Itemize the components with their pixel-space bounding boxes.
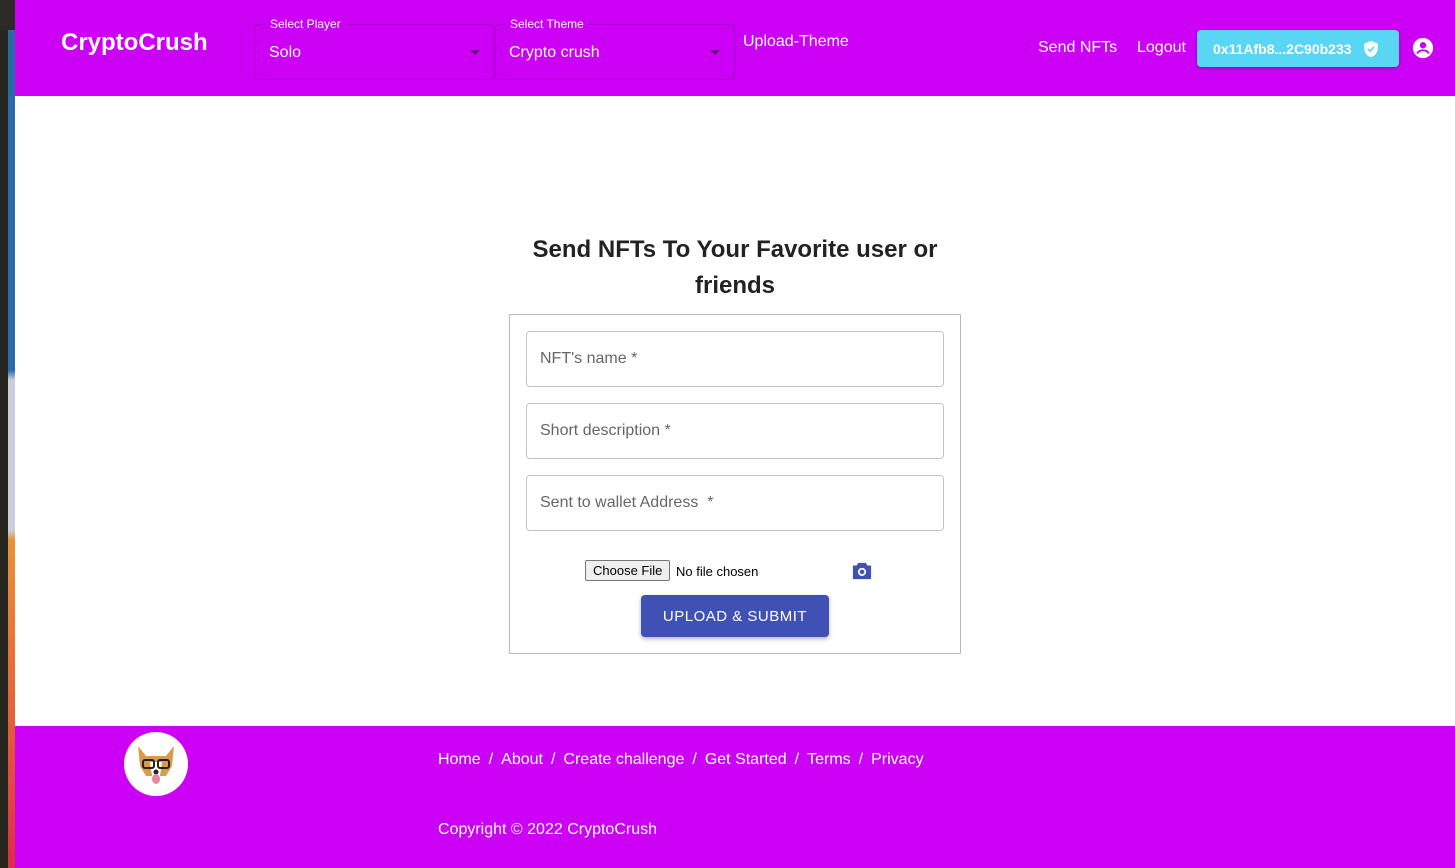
- player-select[interactable]: Select Player Solo: [255, 17, 495, 80]
- footer-links: Home / About / Create challenge / Get Start…: [438, 751, 924, 769]
- nft-name-input[interactable]: NFT's name *: [526, 331, 944, 387]
- wallet-button[interactable]: 0x11Afb8...2C90b233: [1197, 30, 1399, 67]
- player-select-label: Select Player: [265, 17, 346, 31]
- player-select-value: Solo: [269, 44, 302, 61]
- copyright: Copyright © 2022 CryptoCrush: [438, 821, 657, 838]
- upload-theme-link[interactable]: Upload-Theme: [743, 33, 849, 51]
- footer-link-home[interactable]: Home: [438, 751, 481, 769]
- dropdown-arrow-icon: [470, 50, 480, 55]
- send-nfts-link[interactable]: Send NFTs: [1038, 39, 1117, 57]
- footer-link-privacy[interactable]: Privacy: [871, 751, 923, 769]
- separator: /: [794, 751, 800, 768]
- desktop-background: [0, 0, 15, 868]
- separator: /: [858, 751, 864, 768]
- separator: /: [488, 751, 494, 768]
- wallet-address-input[interactable]: Sent to wallet Address *: [526, 475, 944, 531]
- dropdown-arrow-icon: [710, 50, 720, 55]
- send-nft-form: NFT's name * Short description * Sent to…: [509, 314, 961, 654]
- corgi-icon: [138, 746, 174, 784]
- theme-select-value: Crypto crush: [509, 44, 600, 61]
- footer-link-get-started[interactable]: Get Started: [705, 751, 787, 769]
- file-status: No file chosen: [676, 564, 759, 579]
- theme-select-label: Select Theme: [505, 17, 589, 31]
- choose-file-button[interactable]: Choose File: [585, 560, 671, 581]
- brand-logo[interactable]: CryptoCrush: [61, 29, 208, 57]
- theme-select[interactable]: Select Theme Crypto crush: [495, 17, 735, 80]
- account-circle-icon[interactable]: [1412, 37, 1434, 59]
- short-description-input[interactable]: Short description *: [526, 403, 944, 459]
- verified-shield-icon: [1363, 40, 1378, 57]
- footer: Home / About / Create challenge / Get Start…: [15, 726, 1455, 868]
- separator: /: [692, 751, 697, 768]
- logout-link[interactable]: Logout: [1137, 39, 1186, 57]
- footer-link-about[interactable]: About: [501, 751, 543, 769]
- wallet-address: 0x11Afb8...2C90b233: [1213, 40, 1352, 57]
- separator: /: [550, 751, 556, 768]
- corgi-logo: [124, 732, 188, 796]
- footer-link-terms[interactable]: Terms: [807, 751, 851, 769]
- footer-link-create-challenge[interactable]: Create challenge: [563, 751, 684, 769]
- page-title: Send NFTs To Your Favorite user or frien…: [532, 236, 938, 299]
- camera-icon[interactable]: [851, 561, 873, 581]
- upload-submit-button[interactable]: UPLOAD & SUBMIT: [641, 595, 829, 637]
- app-bar: CryptoCrush Select Player Solo Select Th…: [15, 0, 1455, 96]
